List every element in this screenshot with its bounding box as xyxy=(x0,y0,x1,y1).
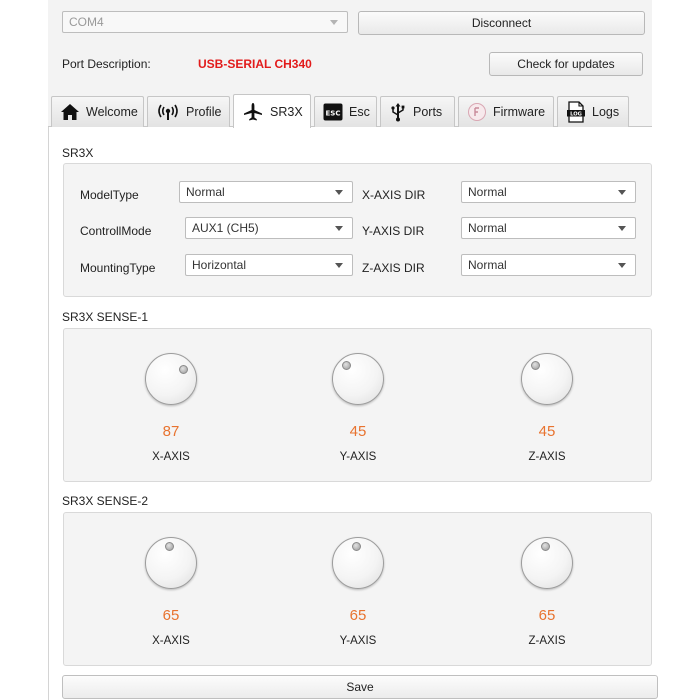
wireless-icon xyxy=(158,104,178,120)
tab-logs[interactable]: LOG Logs xyxy=(557,96,629,127)
chevron-down-icon xyxy=(335,226,343,231)
tab-ports[interactable]: Ports xyxy=(380,96,455,127)
tab-profile[interactable]: Profile xyxy=(147,96,230,127)
check-updates-button[interactable]: Check for updates xyxy=(489,52,643,76)
sense2-y-axis-value: 65 xyxy=(349,607,367,624)
x-axis-dir-select[interactable]: Normal xyxy=(461,181,636,203)
port-select-value: COM4 xyxy=(69,15,104,29)
airplane-icon xyxy=(244,102,262,120)
sense2-y-axis-label: Y-AXIS xyxy=(339,635,377,647)
model-type-select[interactable]: Normal xyxy=(179,181,353,203)
tab-welcome[interactable]: Welcome xyxy=(51,96,144,127)
port-description-value: USB-SERIAL CH340 xyxy=(198,57,312,71)
mounting-type-select[interactable]: Horizontal xyxy=(185,254,353,276)
tab-label: Logs xyxy=(592,105,620,119)
chevron-down-icon xyxy=(335,263,343,268)
sense2-y-axis-knob[interactable] xyxy=(332,537,384,589)
sense2-section-title: SR3X SENSE-2 xyxy=(62,494,149,508)
disconnect-button[interactable]: Disconnect xyxy=(358,11,645,35)
tab-label: Esc xyxy=(349,105,370,119)
sense2-z-axis-label: Z-AXIS xyxy=(528,635,566,647)
tab-label: Firmware xyxy=(493,105,546,119)
sense2-x-axis-value: 65 xyxy=(162,607,180,624)
firmware-icon xyxy=(468,103,486,121)
sense2-z-axis-value: 65 xyxy=(538,607,556,624)
port-description-label: Port Description: xyxy=(62,57,151,71)
save-button[interactable]: Save xyxy=(62,675,658,699)
chevron-down-icon xyxy=(330,20,338,25)
controll-mode-value: AUX1 (CH5) xyxy=(192,221,259,235)
tab-firmware[interactable]: Firmware xyxy=(458,96,554,127)
z-axis-dir-value: Normal xyxy=(468,258,507,272)
log-icon: LOG xyxy=(567,101,585,123)
sense2-x-axis-knob[interactable] xyxy=(145,537,197,589)
sense1-y-axis-label: Y-AXIS xyxy=(339,451,377,463)
sense1-section-title: SR3X SENSE-1 xyxy=(62,310,149,324)
sense1-x-axis-value: 87 xyxy=(162,423,180,440)
x-axis-dir-value: Normal xyxy=(468,185,507,199)
sense1-y-axis-knob[interactable] xyxy=(332,353,384,405)
sense1-z-axis-value: 45 xyxy=(538,423,556,440)
controll-mode-label: ControllMode xyxy=(80,224,152,238)
z-axis-dir-label: Z-AXIS DIR xyxy=(362,261,425,275)
controll-mode-select[interactable]: AUX1 (CH5) xyxy=(185,217,353,239)
esc-icon: ESC xyxy=(323,103,343,121)
sense2-z-axis-knob[interactable] xyxy=(521,537,573,589)
mounting-type-value: Horizontal xyxy=(192,258,247,272)
svg-text:ESC: ESC xyxy=(326,110,341,118)
z-axis-dir-select[interactable]: Normal xyxy=(461,254,636,276)
sense1-z-axis-label: Z-AXIS xyxy=(528,451,566,463)
chevron-down-icon xyxy=(335,190,343,195)
y-axis-dir-label: Y-AXIS DIR xyxy=(362,224,425,238)
tab-label: Ports xyxy=(413,105,443,119)
port-select[interactable]: COM4 xyxy=(62,11,348,33)
tab-label: Profile xyxy=(186,105,222,119)
model-type-value: Normal xyxy=(186,185,225,199)
sense1-x-axis-label: X-AXIS xyxy=(152,451,190,463)
chevron-down-icon xyxy=(618,263,626,268)
tab-label: Welcome xyxy=(86,105,138,119)
tab-label: SR3X xyxy=(270,104,303,119)
tab-esc[interactable]: ESC Esc xyxy=(314,96,377,127)
chevron-down-icon xyxy=(618,190,626,195)
x-axis-dir-label: X-AXIS DIR xyxy=(362,188,426,202)
usb-icon xyxy=(391,103,405,122)
mounting-type-label: MountingType xyxy=(80,261,156,275)
tab-sr3x[interactable]: SR3X xyxy=(233,94,311,128)
model-type-label: ModelType xyxy=(80,188,139,202)
sr3x-section-title: SR3X xyxy=(62,146,94,160)
chevron-down-icon xyxy=(618,226,626,231)
sense1-z-axis-knob[interactable] xyxy=(521,353,573,405)
home-icon xyxy=(61,104,79,120)
y-axis-dir-select[interactable]: Normal xyxy=(461,217,636,239)
sense1-x-axis-knob[interactable] xyxy=(145,353,197,405)
svg-text:LOG: LOG xyxy=(570,111,582,117)
sense2-x-axis-label: X-AXIS xyxy=(152,635,190,647)
sense1-y-axis-value: 45 xyxy=(349,423,367,440)
y-axis-dir-value: Normal xyxy=(468,221,507,235)
